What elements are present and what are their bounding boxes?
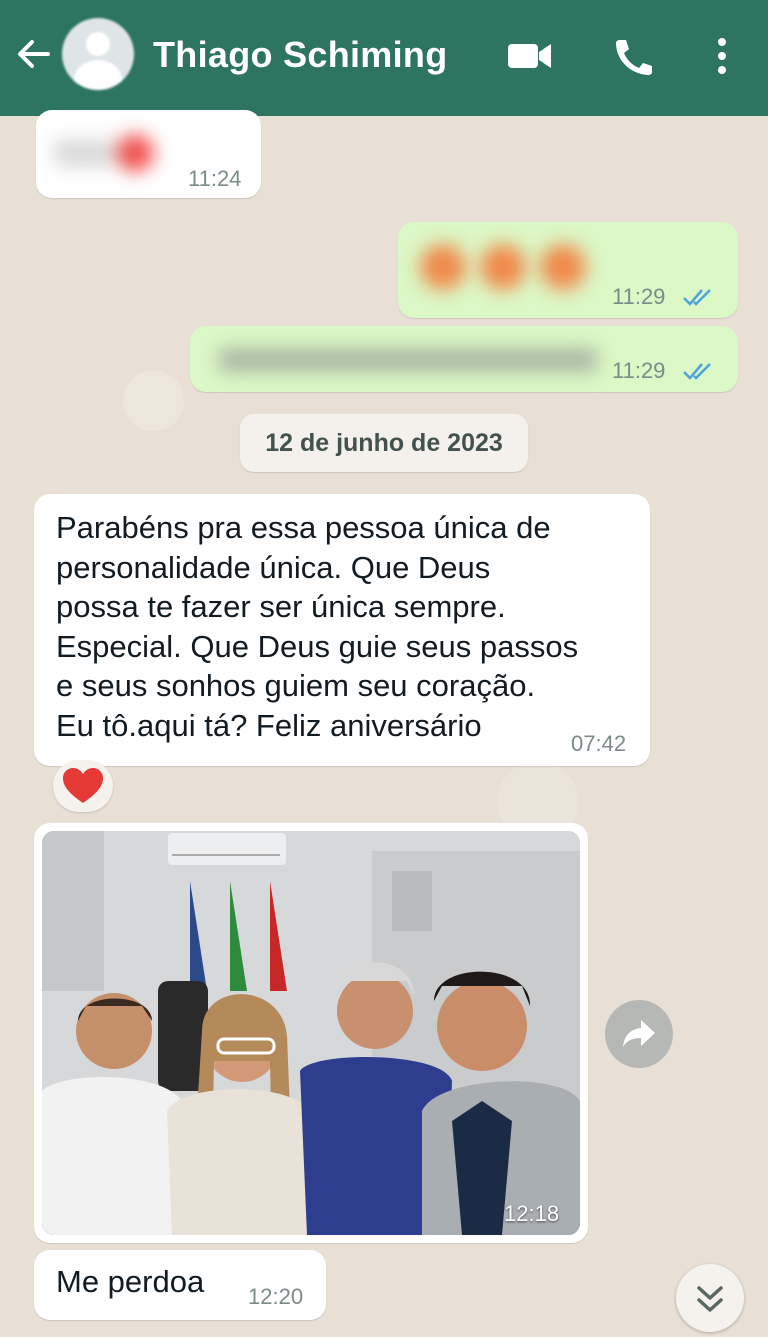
video-call-icon[interactable] <box>505 36 553 76</box>
message-incoming-blurred[interactable]: 11:24 <box>36 110 261 198</box>
group-photo-illustration <box>42 831 580 1235</box>
message-incoming[interactable]: Parabéns pra essa pessoa única de person… <box>34 494 650 766</box>
read-ticks-icon <box>683 289 711 306</box>
message-time: 07:42 <box>571 731 627 756</box>
blurred-content <box>54 132 164 172</box>
contact-avatar[interactable] <box>62 18 134 90</box>
chat-header: Thiago Schiming <box>0 0 768 116</box>
forward-button[interactable] <box>605 1000 673 1068</box>
more-vert-icon[interactable] <box>702 36 750 76</box>
message-time: 11:29 <box>612 284 666 309</box>
message-time: 11:24 <box>188 166 242 191</box>
scroll-to-bottom-button[interactable] <box>676 1264 744 1332</box>
forward-icon <box>623 1020 655 1047</box>
arrow-left-icon[interactable] <box>14 34 54 74</box>
message-outgoing-blurred[interactable]: 11:29 <box>190 326 738 392</box>
message-incoming[interactable]: Me perdoa 12:20 <box>34 1250 326 1320</box>
message-text: Me perdoa <box>56 1264 205 1299</box>
contact-name[interactable]: Thiago Schiming <box>153 34 448 76</box>
photo-image[interactable]: 12:18 <box>42 831 580 1235</box>
reaction-heart[interactable] <box>53 760 113 812</box>
phone-icon[interactable] <box>608 36 656 76</box>
message-text: Parabéns pra essa pessoa única de person… <box>56 510 579 743</box>
message-time: 11:29 <box>612 358 666 383</box>
photo-time: 12:18 <box>504 1201 560 1226</box>
message-photo[interactable]: 12:18 <box>34 823 588 1243</box>
heart-icon <box>63 768 103 803</box>
blurred-content <box>218 348 598 372</box>
message-time: 12:20 <box>248 1284 304 1309</box>
read-ticks-icon <box>683 363 711 380</box>
message-outgoing-blurred[interactable]: 11:29 <box>398 222 738 318</box>
date-separator: 12 de junho de 2023 <box>240 414 528 472</box>
chevron-double-down-icon <box>697 1286 723 1312</box>
blurred-content <box>420 242 590 292</box>
